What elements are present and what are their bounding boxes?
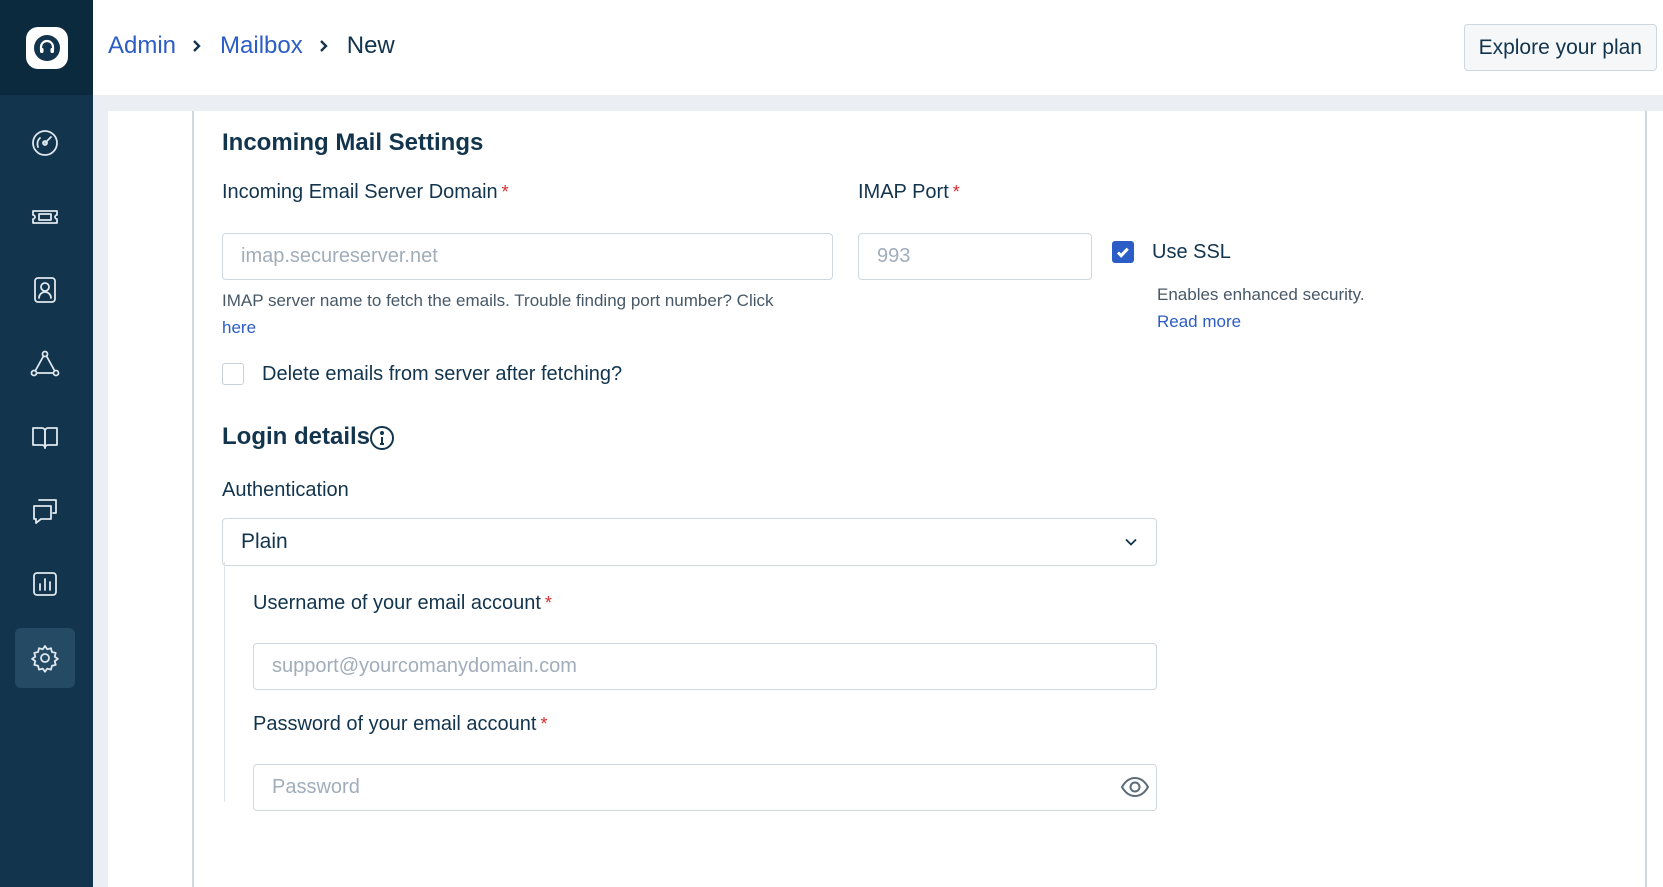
breadcrumb-mailbox-link[interactable]: Mailbox <box>220 32 303 60</box>
chevron-right-icon <box>318 38 334 54</box>
username-input[interactable] <box>253 643 1157 690</box>
imap-port-label: IMAP Port * <box>858 181 960 204</box>
logo[interactable] <box>0 0 93 95</box>
server-domain-label-text: Incoming Email Server Domain <box>222 181 498 203</box>
use-ssl-label: Use SSL <box>1152 241 1231 263</box>
bar-chart-icon <box>33 572 57 596</box>
sidebar-item-forums[interactable] <box>15 481 75 541</box>
top-header: Admin Mailbox New Explore your plan <box>93 0 1663 95</box>
mailbox-form: Incoming Mail Settings Incoming Email Se… <box>192 111 1647 887</box>
chat-bubbles-icon <box>33 499 57 524</box>
required-mark: * <box>952 182 960 202</box>
authentication-label: Authentication <box>222 479 349 501</box>
password-label-text: Password of your email account <box>253 713 537 735</box>
server-domain-hint: IMAP server name to fetch the emails. Tr… <box>222 287 842 341</box>
password-input[interactable] <box>253 764 1157 811</box>
server-domain-hint-text: IMAP server name to fetch the emails. Tr… <box>222 291 774 310</box>
sidebar-item-contacts[interactable] <box>15 260 75 320</box>
username-label: Username of your email account * <box>253 592 552 615</box>
nested-divider <box>224 562 225 802</box>
ssl-read-more-link[interactable]: Read more <box>1157 312 1241 331</box>
breadcrumb-admin-link[interactable]: Admin <box>108 32 176 60</box>
network-icon <box>30 350 60 377</box>
server-domain-label: Incoming Email Server Domain * <box>222 181 509 204</box>
explore-plan-button[interactable]: Explore your plan <box>1463 24 1657 71</box>
sidebar-item-tickets[interactable] <box>15 187 75 247</box>
main-content: Incoming Mail Settings Incoming Email Se… <box>108 111 1663 887</box>
sidebar-item-solutions[interactable] <box>15 407 75 467</box>
gauge-icon <box>32 130 58 156</box>
delete-emails-checkbox[interactable] <box>222 363 244 385</box>
username-label-text: Username of your email account <box>253 592 541 614</box>
sidebar-item-reports[interactable] <box>15 554 75 614</box>
server-domain-input[interactable] <box>222 233 833 280</box>
contact-card-icon <box>34 277 56 303</box>
required-mark: * <box>540 714 548 734</box>
chevron-right-icon <box>191 38 207 54</box>
incoming-mail-settings-title: Incoming Mail Settings <box>222 129 484 156</box>
headset-logo-icon <box>25 26 68 69</box>
login-details-title: Login details <box>222 423 371 450</box>
breadcrumb: Admin Mailbox New <box>108 32 395 60</box>
imap-port-label-text: IMAP Port <box>858 181 949 203</box>
authentication-selected-value: Plain <box>241 530 288 553</box>
sidebar <box>0 0 93 887</box>
delete-emails-label: Delete emails from server after fetching… <box>262 363 623 385</box>
password-field-wrapper <box>253 764 1157 811</box>
info-icon[interactable] <box>369 425 395 456</box>
required-mark: * <box>501 182 509 202</box>
ticket-icon <box>32 210 58 224</box>
sidebar-item-groups[interactable] <box>15 334 75 394</box>
gear-icon <box>31 645 59 673</box>
chevron-down-icon <box>1125 538 1137 546</box>
sidebar-item-admin[interactable] <box>15 628 75 688</box>
required-mark: * <box>544 593 552 613</box>
imap-port-input[interactable] <box>858 233 1092 280</box>
show-password-eye-icon[interactable] <box>1113 764 1157 809</box>
ssl-hint-text: Enables enhanced security. <box>1157 285 1365 304</box>
ssl-hint: Enables enhanced security. Read more <box>1157 281 1365 335</box>
use-ssl-checkbox[interactable] <box>1112 241 1134 263</box>
sidebar-item-dashboard[interactable] <box>15 113 75 173</box>
breadcrumb-current: New <box>346 32 395 59</box>
authentication-select[interactable]: Plain <box>222 518 1157 566</box>
password-label: Password of your email account * <box>253 713 547 736</box>
port-help-link[interactable]: here <box>222 318 256 337</box>
checkmark-icon <box>1116 247 1129 258</box>
book-icon <box>32 427 58 449</box>
